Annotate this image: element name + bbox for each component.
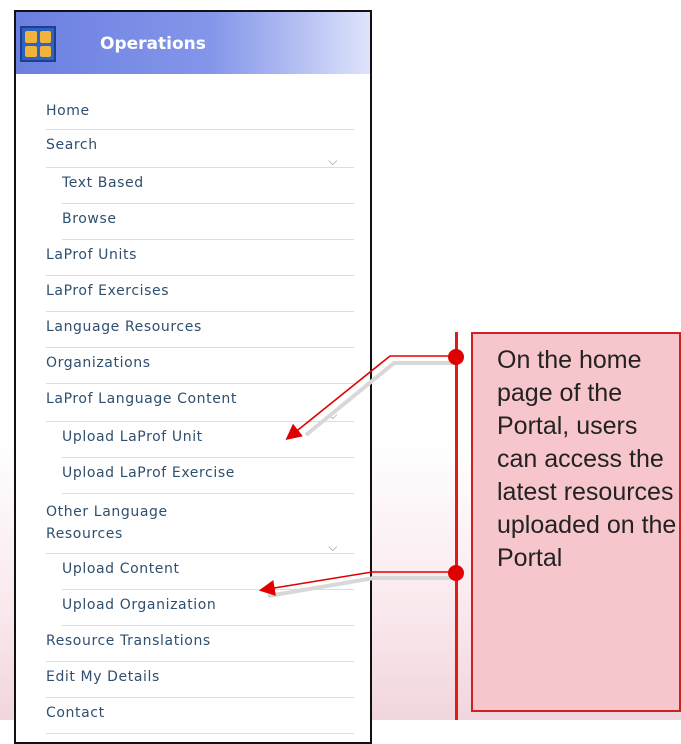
arrow-to-upload-unit	[285, 355, 452, 441]
arrow-origin-dot-2	[448, 565, 464, 581]
arrow-origin-dot-1	[448, 349, 464, 365]
annotation-arrows	[258, 355, 454, 598]
arrow-shadow-1	[304, 361, 454, 437]
arrow-shadow-2	[267, 576, 454, 598]
